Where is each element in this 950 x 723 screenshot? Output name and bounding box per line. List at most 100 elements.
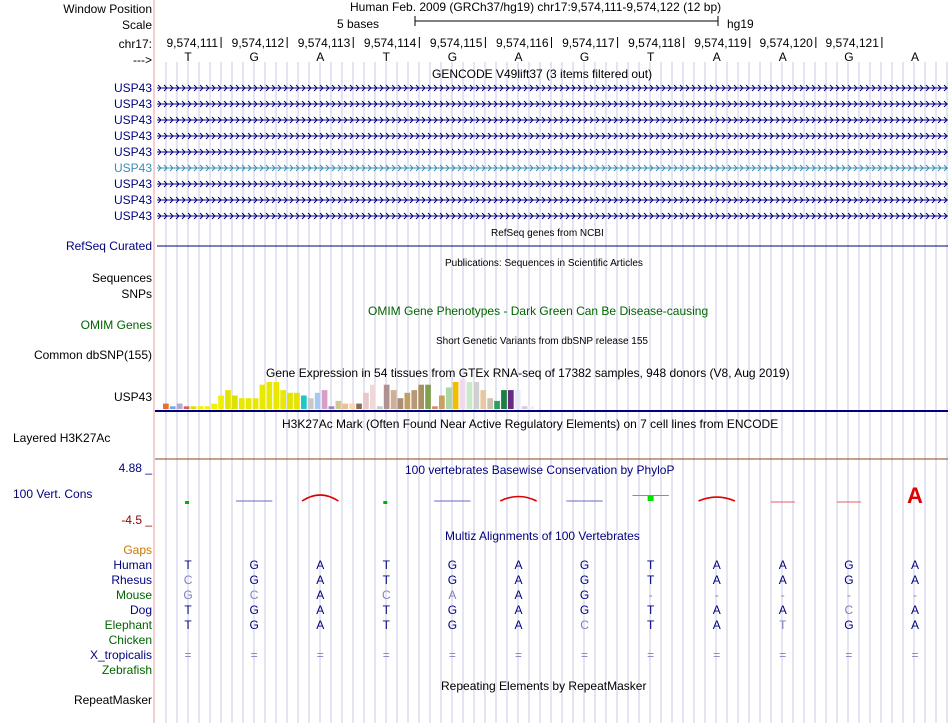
- species-label[interactable]: Human: [113, 558, 152, 572]
- dbsnp-label[interactable]: Common dbSNP(155): [34, 348, 152, 362]
- gtex-bar: [356, 403, 362, 409]
- alignment-base: G: [448, 618, 457, 632]
- alignment-base: G: [183, 588, 192, 602]
- alignment-base: G: [580, 558, 589, 572]
- ruler-coordinate: 9,574,114: [364, 36, 417, 50]
- phylop-bar: [185, 501, 190, 504]
- alignment-base: A: [911, 558, 919, 572]
- multiz-title[interactable]: Multiz Alignments of 100 Vertebrates: [445, 529, 640, 543]
- gtex-bar: [459, 379, 466, 409]
- alignment-base: A: [779, 558, 787, 572]
- phylop-peak: A: [907, 483, 923, 508]
- alignment-base: A: [779, 603, 787, 617]
- snps-label[interactable]: SNPs: [121, 287, 152, 301]
- gtex-bar: [287, 392, 293, 409]
- ruler-coordinate: 9,574,117: [562, 36, 615, 50]
- gtex-bar: [466, 382, 473, 409]
- gtex-bar: [418, 384, 424, 409]
- phylop-title[interactable]: 100 vertebrates Basewise Conservation by…: [405, 463, 674, 477]
- phylop-label[interactable]: 100 Vert. Cons: [13, 487, 92, 501]
- omim-label[interactable]: OMIM Genes: [81, 318, 152, 332]
- reference-base: A: [779, 50, 787, 64]
- strand-label[interactable]: --->: [133, 53, 152, 67]
- species-label[interactable]: X_tropicalis: [90, 648, 152, 662]
- alignment-base: T: [647, 558, 655, 572]
- species-label[interactable]: Zebrafish: [102, 663, 152, 677]
- gtex-bar: [514, 390, 521, 409]
- gtex-bar: [376, 406, 383, 409]
- sequences-label[interactable]: Sequences: [92, 271, 152, 285]
- scale-label[interactable]: Scale: [122, 18, 152, 32]
- gtex-label[interactable]: USP43: [114, 390, 152, 404]
- window-position-label[interactable]: Window Position: [63, 2, 152, 16]
- gtex-bar: [521, 406, 528, 409]
- gencode-item-label[interactable]: USP43: [114, 81, 152, 95]
- alignment-base: G: [844, 573, 853, 587]
- gtex-bar: [245, 398, 252, 409]
- alignment-base: -: [715, 588, 719, 602]
- gencode-item-label[interactable]: USP43: [114, 177, 152, 191]
- h3k27ac-title[interactable]: H3K27Ac Mark (Often Found Near Active Re…: [282, 417, 778, 431]
- gtex-bar: [273, 382, 280, 409]
- species-label[interactable]: Elephant: [105, 618, 152, 632]
- alignment-base: A: [316, 558, 324, 572]
- gencode-item-label[interactable]: USP43: [114, 145, 152, 159]
- gtex-bar: [425, 384, 431, 409]
- gtex-bar: [439, 395, 445, 409]
- ruler-coordinate: 9,574,118: [628, 36, 681, 50]
- gtex-bar: [197, 406, 204, 409]
- gaps-label[interactable]: Gaps: [123, 543, 152, 557]
- species-label[interactable]: Mouse: [116, 588, 152, 602]
- alignment-base: A: [911, 603, 919, 617]
- reference-base: G: [249, 50, 258, 64]
- gtex-bar: [238, 398, 245, 409]
- alignment-base: =: [185, 648, 192, 662]
- alignment-base: T: [184, 618, 192, 632]
- alignment-base: T: [184, 558, 192, 572]
- ruler-coordinate: 9,574,121: [826, 36, 880, 50]
- gencode-item-label[interactable]: USP43: [114, 193, 152, 207]
- alignment-base: A: [713, 558, 721, 572]
- alignment-base: C: [184, 573, 193, 587]
- repeatmasker-label[interactable]: RepeatMasker: [74, 693, 152, 707]
- h3k27ac-label[interactable]: Layered H3K27Ac: [13, 431, 110, 445]
- reference-base: A: [713, 50, 721, 64]
- repeatmasker-title[interactable]: Repeating Elements by RepeatMasker: [441, 679, 646, 693]
- refseq-label[interactable]: RefSeq Curated: [66, 239, 152, 253]
- gtex-title[interactable]: Gene Expression in 54 tissues from GTEx …: [266, 366, 790, 380]
- omim-title[interactable]: OMIM Gene Phenotypes - Dark Green Can Be…: [368, 304, 708, 318]
- reference-base: G: [844, 50, 853, 64]
- refseq-title[interactable]: RefSeq genes from NCBI: [491, 228, 604, 239]
- gtex-bar: [163, 403, 169, 409]
- publications-title[interactable]: Publications: Sequences in Scientific Ar…: [445, 258, 643, 269]
- gencode-item-label[interactable]: USP43: [114, 97, 152, 111]
- gencode-item-label[interactable]: USP43: [114, 113, 152, 127]
- alignment-base: G: [448, 573, 457, 587]
- alignment-base: G: [249, 618, 258, 632]
- phylop-bar: [632, 495, 669, 496]
- gencode-item-label[interactable]: USP43: [114, 129, 152, 143]
- gencode-item-label[interactable]: USP43: [114, 209, 152, 223]
- alignment-base: A: [316, 618, 324, 632]
- chrom-label[interactable]: chr17:: [119, 37, 152, 51]
- alignment-base: =: [845, 648, 852, 662]
- species-label[interactable]: Dog: [130, 603, 152, 617]
- gencode-item-label[interactable]: USP43: [114, 161, 152, 175]
- gtex-bar: [301, 395, 307, 409]
- reference-base: A: [316, 50, 324, 64]
- gtex-bar: [480, 390, 487, 409]
- alignment-base: A: [316, 573, 324, 587]
- gtex-bar: [259, 384, 266, 409]
- gencode-title[interactable]: GENCODE V49lift37 (3 items filtered out): [432, 67, 652, 81]
- alignment-base: =: [383, 648, 390, 662]
- gtex-bar: [225, 390, 231, 409]
- species-label[interactable]: Chicken: [109, 633, 152, 647]
- species-label[interactable]: Rhesus: [111, 573, 152, 587]
- gtex-bar: [452, 382, 459, 409]
- alignment-base: A: [448, 588, 456, 602]
- dbsnp-title[interactable]: Short Genetic Variants from dbSNP releas…: [436, 336, 648, 347]
- phylop-peak: [698, 496, 736, 502]
- alignment-base: =: [911, 648, 918, 662]
- alignment-base: C: [250, 588, 259, 602]
- alignment-base: T: [779, 618, 787, 632]
